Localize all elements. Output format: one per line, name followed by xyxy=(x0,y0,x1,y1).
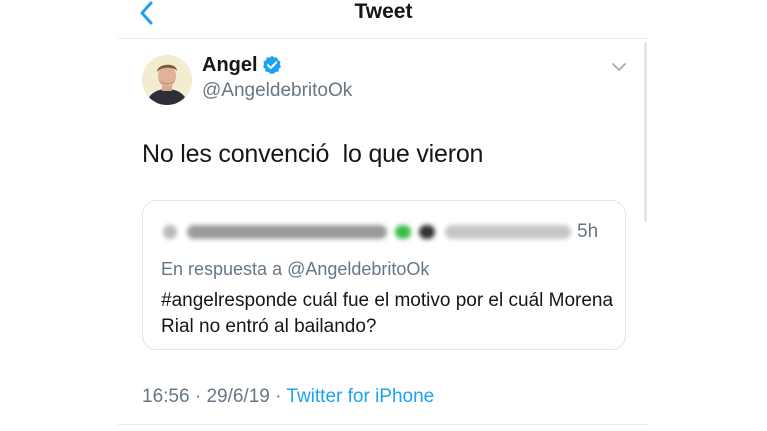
avatar-image xyxy=(142,55,192,105)
blurred-emoji xyxy=(395,225,411,239)
blurred-avatar xyxy=(163,225,177,239)
meta-separator: · xyxy=(275,386,282,407)
verified-badge-icon xyxy=(263,55,281,75)
tweet-date: 29/6/19 xyxy=(206,386,270,407)
author-handle[interactable]: @AngeldebritoOk xyxy=(202,79,352,103)
quoted-tweet-text: #angelresponde cuál fue el motivo por el… xyxy=(161,290,614,337)
scrollbar[interactable] xyxy=(644,42,647,222)
avatar[interactable] xyxy=(142,55,192,105)
quoted-reply-context: En respuesta a @AngeldebritoOk xyxy=(161,259,430,279)
navigation-header: Tweet xyxy=(0,0,767,36)
tweet-text: No les convenció lo que vieron xyxy=(142,140,484,168)
author-name[interactable]: Angel xyxy=(202,52,258,78)
blurred-emoji xyxy=(419,225,435,239)
header-divider xyxy=(118,38,648,39)
quoted-tweet-card[interactable]: 5h En respuesta a @AngeldebritoOk #angel… xyxy=(142,200,626,350)
quoted-timestamp: 5h xyxy=(577,221,599,242)
quoted-author-blurred xyxy=(163,221,573,243)
blurred-handle xyxy=(445,225,571,239)
meta-separator: · xyxy=(194,386,202,407)
footer-divider xyxy=(118,424,648,425)
tweet-time: 16:56 xyxy=(142,386,190,407)
page-title: Tweet xyxy=(354,0,413,23)
blurred-name xyxy=(187,225,387,239)
tweet-metadata: 16:56 · 29/6/19 · Twitter for iPhone xyxy=(142,384,434,410)
chevron-down-icon[interactable] xyxy=(609,60,629,74)
tweet-client-link[interactable]: Twitter for iPhone xyxy=(286,386,434,407)
